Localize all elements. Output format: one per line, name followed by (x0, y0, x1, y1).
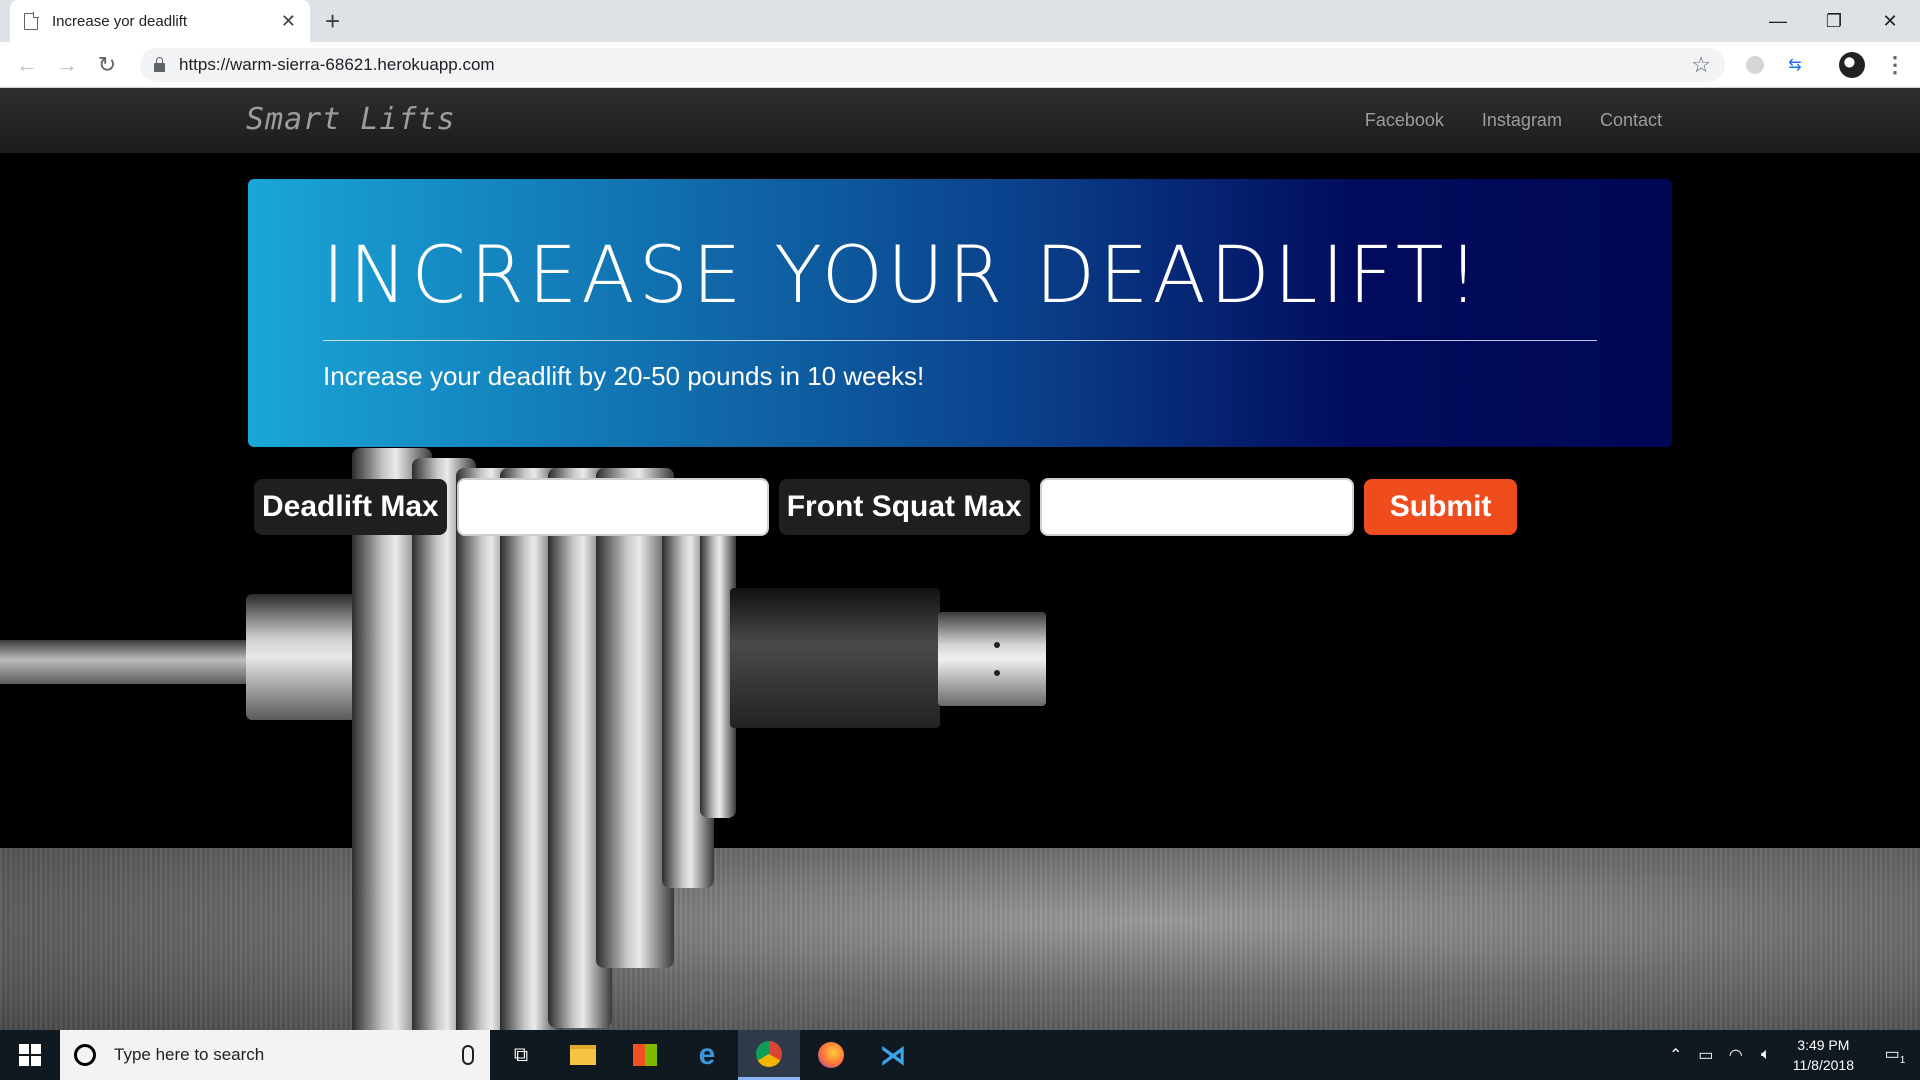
extension-icon[interactable] (1742, 52, 1768, 78)
bookmark-star-icon[interactable]: ☆ (1691, 52, 1711, 78)
web-page: Smart Lifts Facebook Instagram Contact I… (0, 88, 1920, 1030)
clock-date: 11/8/2018 (1792, 1057, 1854, 1073)
clock-time: 3:49 PM (1797, 1037, 1850, 1053)
windows-logo-icon (19, 1044, 41, 1066)
deadlift-max-label: Deadlift Max (254, 479, 447, 535)
restore-button[interactable]: ❐ (1806, 0, 1862, 42)
sync-extension-icon[interactable]: ⇆ (1782, 52, 1808, 78)
hero-jumbotron: INCREASE YOUR DEADLIFT! Increase your de… (248, 179, 1672, 447)
hero-subtitle: Increase your deadlift by 20-50 pounds i… (323, 361, 925, 391)
tab-close-icon[interactable]: ✕ (281, 11, 296, 32)
vscode-icon[interactable]: ⋊ (862, 1030, 924, 1080)
taskbar-search-box[interactable]: Type here to search (60, 1030, 490, 1080)
page-icon (24, 12, 39, 30)
microphone-icon[interactable] (462, 1045, 474, 1065)
front-squat-max-input[interactable] (1039, 478, 1354, 536)
tab-title: Increase yor deadlift (52, 12, 188, 30)
front-squat-max-label: Front Squat Max (778, 479, 1030, 535)
start-button[interactable] (0, 1030, 60, 1080)
reload-button[interactable]: ↻ (92, 50, 122, 80)
deadlift-max-input[interactable] (456, 478, 769, 536)
clock[interactable]: 3:49 PM 11/8/2018 (1793, 1035, 1854, 1075)
system-tray: ⌃ ▭ ◠ 🔈︎ 3:49 PM 11/8/2018 ▭1 (1661, 1030, 1920, 1080)
hero-headline: INCREASE YOUR DEADLIFT! (322, 231, 1483, 321)
battery-icon[interactable]: ▭ (1691, 1045, 1721, 1065)
new-tab-button[interactable]: + (325, 6, 340, 37)
edge-icon[interactable]: e (676, 1030, 738, 1080)
url-text[interactable]: https://warm-sierra-68621.herokuapp.com (179, 55, 495, 75)
cortana-icon (74, 1044, 96, 1066)
file-explorer-icon[interactable] (552, 1030, 614, 1080)
nav-link-contact[interactable]: Contact (1600, 110, 1662, 131)
chevron-up-icon[interactable]: ⌃ (1661, 1045, 1691, 1065)
nav-link-facebook[interactable]: Facebook (1365, 110, 1444, 131)
forward-button[interactable]: → (52, 50, 82, 80)
hero-divider (323, 340, 1597, 341)
lock-icon (154, 56, 165, 72)
store-icon[interactable] (614, 1030, 676, 1080)
windows-taskbar: Type here to search ⧉ e ⋊ ⌃ ▭ ◠ 🔈︎ 3:49 … (0, 1030, 1920, 1080)
minimize-button[interactable]: — (1750, 0, 1806, 42)
brand-logo[interactable]: Smart Lifts (246, 102, 456, 137)
task-view-icon[interactable]: ⧉ (490, 1030, 552, 1080)
profile-avatar[interactable] (1839, 52, 1865, 78)
nav-links: Facebook Instagram Contact (1365, 110, 1662, 131)
browser-toolbar: ← → ↻ https://warm-sierra-68621.herokuap… (0, 42, 1920, 88)
max-lift-form: Deadlift Max Front Squat Max Submit (254, 478, 1518, 536)
firefox-icon[interactable] (800, 1030, 862, 1080)
notification-count: 1 (1899, 1055, 1906, 1067)
site-navbar: Smart Lifts Facebook Instagram Contact (0, 88, 1920, 154)
submit-button[interactable]: Submit (1363, 479, 1518, 535)
browser-tabstrip: Increase yor deadlift ✕ + — ❐ ✕ (0, 0, 1920, 42)
close-window-button[interactable]: ✕ (1862, 0, 1918, 42)
chrome-menu-icon[interactable]: ⋮ (1882, 52, 1908, 78)
chrome-icon[interactable] (738, 1030, 800, 1080)
back-button[interactable]: ← (12, 50, 42, 80)
wifi-icon[interactable]: ◠ (1721, 1045, 1751, 1065)
taskbar-search-placeholder: Type here to search (114, 1045, 265, 1064)
volume-icon[interactable]: 🔈︎ (1751, 1046, 1781, 1064)
action-center-icon[interactable]: ▭1 (1870, 1044, 1920, 1066)
address-bar[interactable]: https://warm-sierra-68621.herokuapp.com … (140, 48, 1725, 82)
nav-link-instagram[interactable]: Instagram (1482, 110, 1562, 131)
browser-tab[interactable]: Increase yor deadlift ✕ (10, 0, 310, 42)
